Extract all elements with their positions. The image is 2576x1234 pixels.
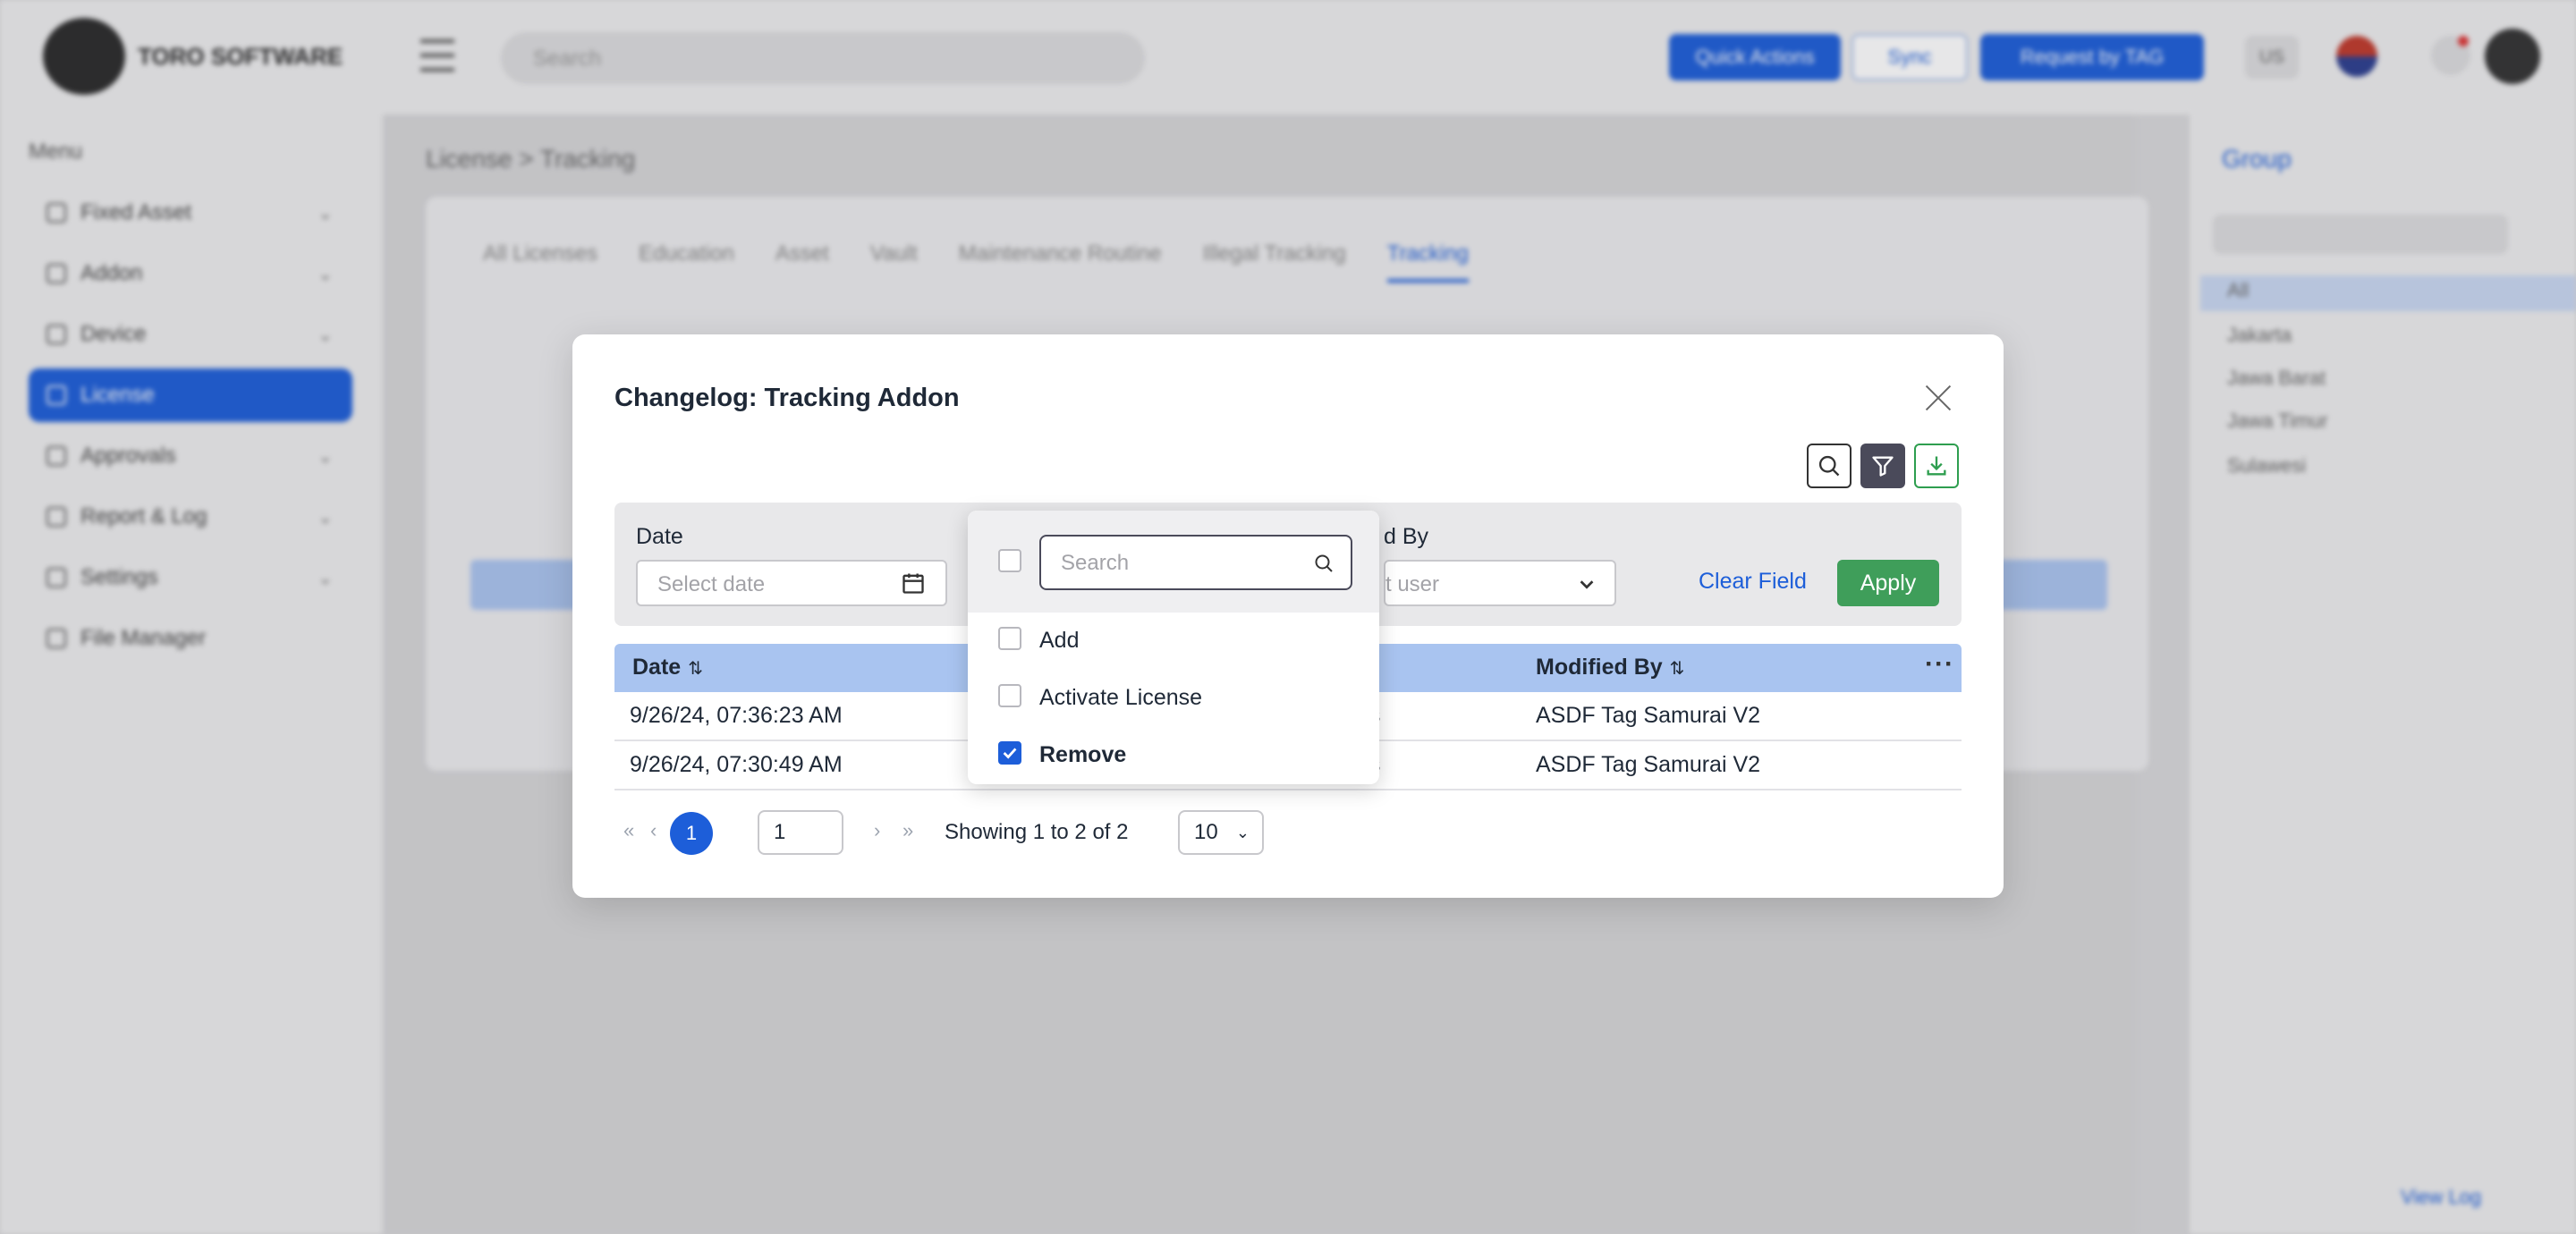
action-filter-dropdown: Search Add Activate License Remove [968,511,1379,784]
page-size-select[interactable]: 10 ⌄ [1178,810,1264,855]
dropdown-search-placeholder: Search [1061,551,1130,575]
option-label-activate-license[interactable]: Activate License [1039,685,1202,711]
download-button[interactable] [1914,444,1959,488]
search-toggle-button[interactable] [1807,444,1852,488]
date-label: Date [636,524,683,549]
more-options-icon[interactable]: ··· [1925,649,1954,680]
option-label-add[interactable]: Add [1039,628,1079,654]
cell-date: 9/26/24, 07:36:23 AM [630,703,843,728]
option-checkbox-activate-license[interactable] [998,684,1021,707]
chevron-down-icon [1580,580,1594,589]
filter-icon [1872,456,1894,477]
column-label: Modified By [1536,655,1663,680]
modified-by-label: d By [1384,524,1429,549]
date-picker-input[interactable]: Select date [636,560,947,606]
column-header-modified-by[interactable]: Modified By ⇅ [1536,655,1684,680]
dropdown-search-input[interactable]: Search [1039,535,1352,590]
option-label-remove[interactable]: Remove [1039,742,1126,768]
user-placeholder: t user [1385,572,1440,596]
page-size-value: 10 [1194,820,1218,844]
checkmark-icon [1003,748,1017,759]
column-header-date[interactable]: Date ⇅ [632,655,703,680]
apply-button[interactable]: Apply [1837,560,1939,606]
page-button-current[interactable]: 1 [670,812,713,855]
last-page-icon[interactable]: » [902,819,913,842]
first-page-icon[interactable]: « [623,819,634,842]
filter-toggle-button[interactable] [1860,444,1905,488]
close-icon[interactable] [1923,383,1953,413]
chevron-down-icon: ⌄ [1235,824,1250,841]
cell-date: 9/26/24, 07:30:49 AM [630,752,843,777]
cell-modified-by: ASDF Tag Samurai V2 [1536,703,1761,728]
sort-icon[interactable]: ⇅ [1670,657,1685,680]
option-checkbox-add[interactable] [998,627,1021,650]
prev-page-icon[interactable]: ‹ [650,819,657,842]
modified-by-select[interactable]: t user [1384,560,1616,606]
column-label: Date [632,655,682,680]
modal-title: Changelog: Tracking Addon [614,384,960,412]
sort-icon[interactable]: ⇅ [688,657,703,680]
next-page-icon[interactable]: › [874,819,880,842]
date-placeholder: Select date [657,572,766,596]
pagination-info: Showing 1 to 2 of 2 [945,820,1129,844]
option-checkbox-remove[interactable] [998,741,1021,765]
page-number-input[interactable]: 1 [758,810,843,855]
search-icon [1818,455,1840,477]
clear-field-link[interactable]: Clear Field [1699,569,1807,595]
select-all-checkbox[interactable] [998,549,1021,572]
search-icon [1315,554,1333,572]
pagination: « ‹ 1 1 › » Showing 1 to 2 of 2 10 ⌄ [614,807,1294,857]
cell-modified-by: ASDF Tag Samurai V2 [1536,752,1761,777]
calendar-icon [902,573,924,594]
download-icon [1927,456,1946,476]
